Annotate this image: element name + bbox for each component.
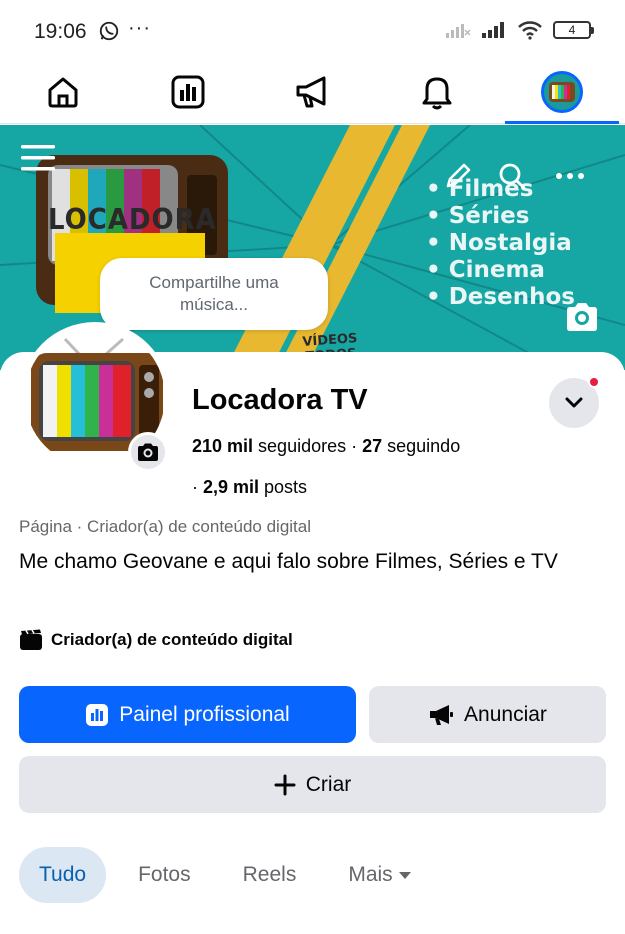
signal-icon bbox=[482, 22, 504, 38]
clapperboard-icon bbox=[20, 629, 42, 650]
creator-badge: Criador(a) de conteúdo digital bbox=[19, 629, 293, 651]
signal-weak-icon bbox=[446, 24, 471, 38]
chevron-down-icon bbox=[565, 397, 583, 408]
share-music-bubble[interactable]: Compartilhe uma música... bbox=[100, 258, 328, 330]
edit-cover-camera-icon[interactable] bbox=[562, 297, 602, 337]
notification-dot bbox=[588, 376, 600, 388]
advertise-button[interactable]: Anunciar bbox=[369, 686, 606, 743]
edit-pencil-icon[interactable] bbox=[440, 158, 476, 194]
more-options-icon[interactable] bbox=[552, 158, 588, 194]
dashboard-icon bbox=[86, 703, 109, 726]
tab-reels[interactable]: Reels bbox=[223, 847, 317, 903]
posts-stats: · 2,9 mil posts bbox=[192, 477, 307, 498]
bell-icon bbox=[422, 77, 452, 110]
following-count[interactable]: 27 bbox=[362, 436, 382, 456]
status-bar: 19:06 ··· 4 bbox=[0, 0, 625, 62]
tab-all[interactable]: Tudo bbox=[19, 847, 107, 903]
megaphone-icon bbox=[296, 76, 326, 108]
caret-down-icon bbox=[398, 872, 411, 879]
search-icon[interactable] bbox=[494, 158, 530, 194]
menu-icon[interactable] bbox=[20, 140, 56, 176]
posts-prefix: · bbox=[192, 477, 203, 497]
status-right: 4 bbox=[445, 20, 594, 40]
home-icon bbox=[48, 77, 78, 108]
create-button[interactable]: Criar bbox=[19, 756, 606, 813]
creator-label: Criador(a) de conteúdo digital bbox=[51, 630, 293, 649]
posts-count: 2,9 mil bbox=[203, 477, 260, 497]
tab-more-label: Mais bbox=[348, 863, 393, 886]
status-more-indicator: ··· bbox=[128, 17, 151, 39]
tab-photos[interactable]: Fotos bbox=[118, 847, 211, 903]
dashboard-icon bbox=[171, 75, 205, 109]
advertise-label: Anunciar bbox=[464, 702, 547, 726]
page-name: Locadora TV bbox=[192, 384, 368, 416]
profile-tabs: Tudo Fotos Reels Mais bbox=[19, 846, 444, 904]
following-label: seguindo bbox=[382, 436, 461, 456]
battery-indicator: 4 bbox=[553, 21, 594, 39]
followers-label: seguidores · bbox=[253, 436, 363, 456]
edit-profile-picture-camera-icon[interactable] bbox=[128, 432, 168, 472]
cover-topic-list: Filmes Séries Nostalgia Cinema Desenhos bbox=[426, 176, 575, 311]
cover-topic: Desenhos bbox=[426, 284, 575, 311]
nav-notifications[interactable] bbox=[410, 68, 464, 116]
cover-topic: Nostalgia bbox=[426, 230, 575, 257]
nav-dashboard[interactable] bbox=[161, 68, 215, 116]
tab-more[interactable]: Mais bbox=[328, 847, 431, 903]
followers-count[interactable]: 210 mil bbox=[192, 436, 253, 456]
professional-dashboard-button[interactable]: Painel profissional bbox=[19, 686, 356, 743]
cover-topic: Séries bbox=[426, 203, 575, 230]
status-time: 19:06 bbox=[34, 20, 87, 43]
nav-active-indicator bbox=[505, 121, 619, 124]
nav-profile[interactable] bbox=[535, 68, 589, 116]
page-bio: Me chamo Geovane e aqui falo sobre Filme… bbox=[19, 550, 558, 573]
cover-brand-text: LOCADORA bbox=[48, 203, 217, 237]
posts-label: posts bbox=[259, 477, 308, 497]
top-navigation bbox=[0, 62, 625, 124]
nav-ads[interactable] bbox=[286, 68, 340, 116]
wifi-icon bbox=[518, 21, 542, 40]
create-label: Criar bbox=[305, 772, 352, 796]
plus-icon bbox=[274, 774, 296, 795]
professional-dashboard-label: Painel profissional bbox=[119, 702, 290, 726]
whatsapp-icon bbox=[99, 21, 119, 41]
nav-home[interactable] bbox=[36, 68, 90, 116]
megaphone-icon bbox=[430, 704, 454, 725]
cover-topic: Cinema bbox=[426, 257, 575, 284]
profile-avatar bbox=[541, 71, 583, 113]
page-category: Página · Criador(a) de conteúdo digital bbox=[19, 517, 312, 536]
follow-stats: 210 mil seguidores · 27 seguindo bbox=[192, 436, 460, 457]
